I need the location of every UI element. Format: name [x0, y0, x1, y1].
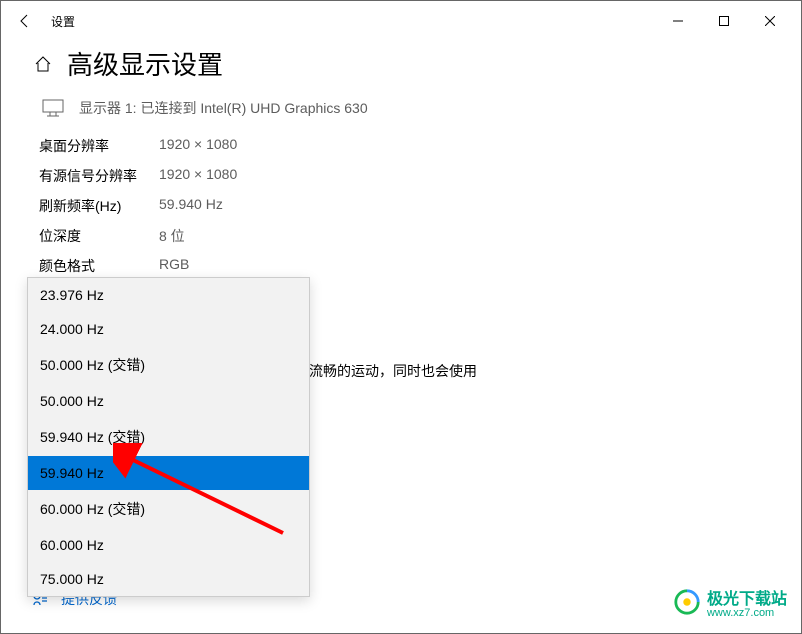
description-text: 流畅的运动，同时也会使用: [309, 361, 477, 381]
dropdown-option-selected[interactable]: 59.940 Hz: [28, 456, 309, 490]
spec-label: 颜色格式: [39, 256, 159, 276]
back-arrow-icon: [17, 13, 33, 29]
page-header: 高级显示设置: [33, 45, 769, 82]
spec-value: 8 位: [159, 226, 185, 246]
dropdown-option[interactable]: 24.000 Hz: [28, 312, 309, 346]
spec-row: 刷新频率(Hz)59.940 Hz: [39, 196, 769, 216]
window-controls: [655, 5, 793, 37]
minimize-icon: [673, 16, 683, 26]
display-connection-text: 显示器 1: 已连接到 Intel(R) UHD Graphics 630: [79, 98, 368, 118]
content-area: 高级显示设置 显示器 1: 已连接到 Intel(R) UHD Graphics…: [1, 45, 801, 306]
spec-row: 颜色格式RGB: [39, 256, 769, 276]
home-icon[interactable]: [33, 54, 53, 74]
display-connection-row: 显示器 1: 已连接到 Intel(R) UHD Graphics 630: [41, 98, 769, 118]
spec-label: 位深度: [39, 226, 159, 246]
dropdown-option[interactable]: 50.000 Hz: [28, 384, 309, 418]
dropdown-option[interactable]: 60.000 Hz (交错): [28, 490, 309, 528]
spec-row: 桌面分辨率1920 × 1080: [39, 136, 769, 156]
spec-label: 有源信号分辨率: [39, 166, 159, 186]
watermark-logo-icon: [673, 588, 701, 616]
page-title: 高级显示设置: [67, 45, 223, 82]
spec-value: RGB: [159, 256, 189, 276]
watermark-url: www.xz7.com: [707, 607, 787, 619]
dropdown-option[interactable]: 23.976 Hz: [28, 278, 309, 312]
maximize-button[interactable]: [701, 5, 747, 37]
spec-row: 有源信号分辨率1920 × 1080: [39, 166, 769, 186]
dropdown-option[interactable]: 59.940 Hz (交错): [28, 418, 309, 456]
maximize-icon: [719, 16, 729, 26]
refresh-rate-dropdown[interactable]: 23.976 Hz 24.000 Hz 50.000 Hz (交错) 50.00…: [27, 277, 310, 597]
spec-value: 1920 × 1080: [159, 136, 237, 156]
titlebar: 设置: [1, 1, 801, 41]
spec-label: 桌面分辨率: [39, 136, 159, 156]
back-button[interactable]: [9, 5, 41, 37]
monitor-icon: [41, 99, 65, 117]
spec-label: 刷新频率(Hz): [39, 196, 159, 216]
close-icon: [765, 16, 775, 26]
dropdown-option[interactable]: 50.000 Hz (交错): [28, 346, 309, 384]
spec-row: 位深度8 位: [39, 226, 769, 246]
titlebar-title: 设置: [51, 13, 75, 30]
watermark-text-block: 极光下载站 www.xz7.com: [707, 585, 787, 619]
close-button[interactable]: [747, 5, 793, 37]
dropdown-option[interactable]: 60.000 Hz: [28, 528, 309, 562]
dropdown-option[interactable]: 75.000 Hz: [28, 562, 309, 596]
watermark: 极光下载站 www.xz7.com: [673, 585, 787, 619]
minimize-button[interactable]: [655, 5, 701, 37]
watermark-name: 极光下载站: [707, 591, 787, 608]
spec-value: 1920 × 1080: [159, 166, 237, 186]
spec-value: 59.940 Hz: [159, 196, 223, 216]
